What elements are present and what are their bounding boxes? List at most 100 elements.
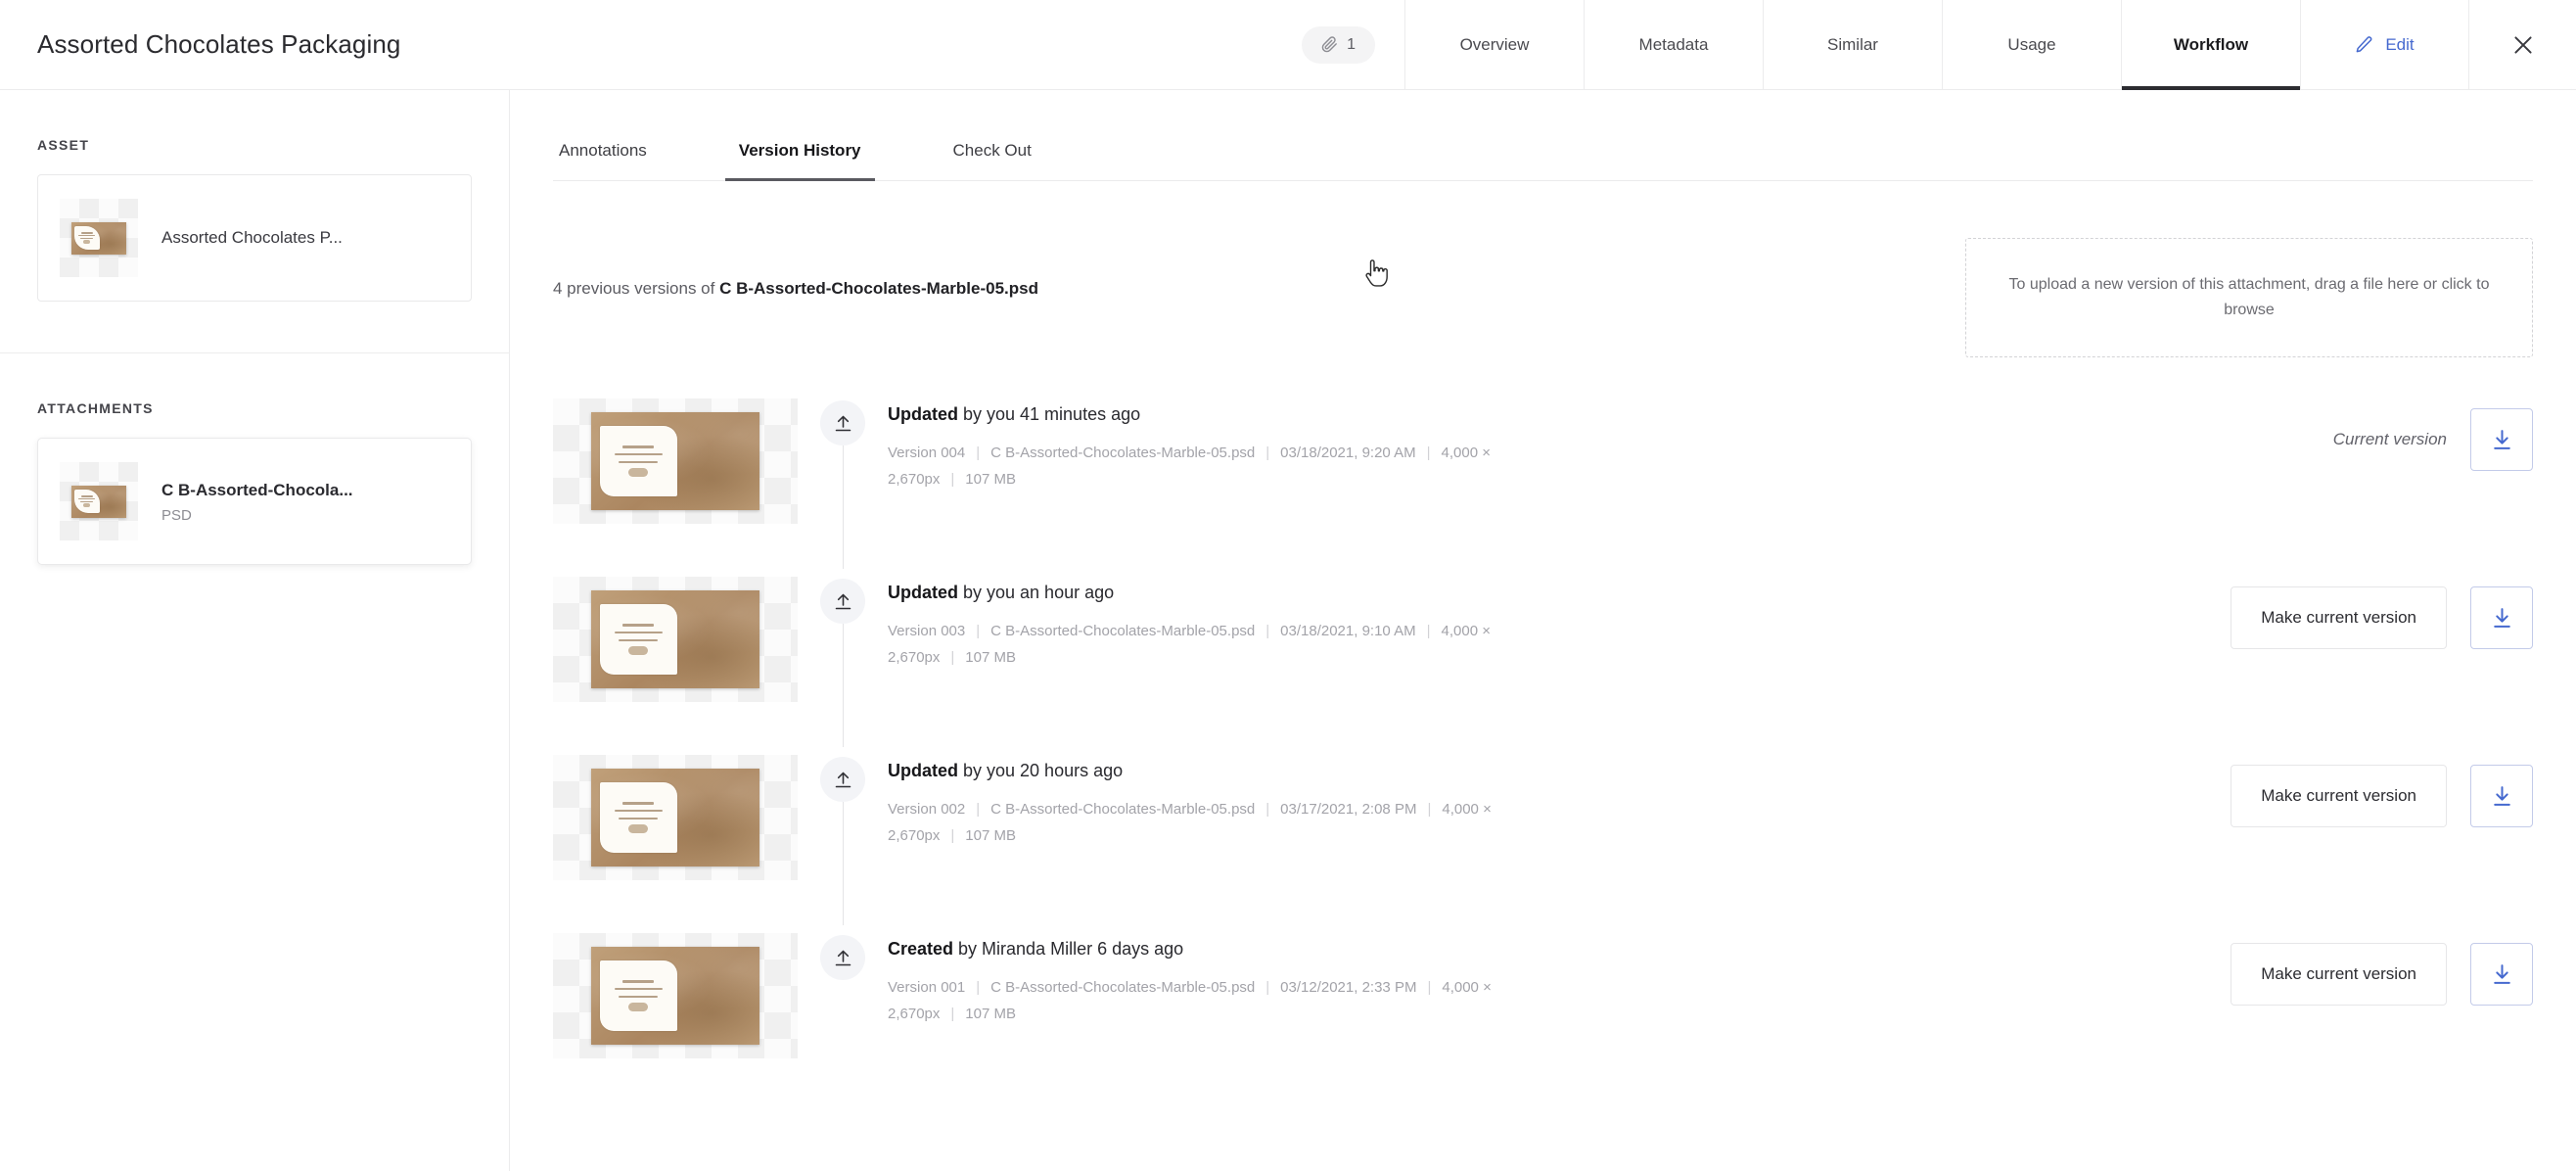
versions-header-row: 4 previous versions of C B-Assorted-Choc… bbox=[553, 238, 2533, 357]
subtab-annotations[interactable]: Annotations bbox=[553, 129, 653, 180]
version-thumbnail[interactable] bbox=[553, 577, 798, 702]
upload-icon-badge bbox=[820, 935, 865, 980]
asset-card-name: Assorted Chocolates P... bbox=[161, 228, 343, 247]
version-filesize: 107 MB bbox=[965, 470, 1016, 488]
current-version-label: Current version bbox=[2332, 430, 2447, 448]
main-content: Annotations Version History Check Out 4 … bbox=[510, 90, 2576, 1171]
make-current-version-button[interactable]: Make current version bbox=[2231, 586, 2447, 649]
version-filesize: 107 MB bbox=[965, 648, 1016, 666]
upload-icon bbox=[833, 413, 853, 434]
upload-icon-badge bbox=[820, 400, 865, 445]
version-title: Updated by you an hour ago bbox=[888, 583, 2211, 603]
attachment-count: 1 bbox=[1347, 35, 1356, 53]
asset-card[interactable]: Assorted Chocolates P... bbox=[37, 174, 472, 302]
attachment-card-text: C B-Assorted-Chocola... PSD bbox=[161, 479, 353, 525]
version-number: Version 003 bbox=[888, 623, 966, 639]
version-timestamp: 03/18/2021, 9:20 AM bbox=[1280, 445, 1416, 461]
version-row: Created by Miranda Miller 6 days ago Ver… bbox=[553, 925, 2533, 1103]
upload-dropzone-text: To upload a new version of this attachme… bbox=[2008, 276, 2490, 318]
download-icon bbox=[2490, 428, 2514, 452]
version-thumbnail-cell bbox=[553, 569, 798, 702]
previous-versions-prefix: 4 previous versions of bbox=[553, 279, 720, 298]
version-meta: Version 001 | C B-Assorted-Chocolates-Marb… bbox=[888, 979, 1492, 1022]
version-thumbnail[interactable] bbox=[553, 933, 798, 1058]
version-title: Updated by you 41 minutes ago bbox=[888, 404, 2314, 425]
version-title: Updated by you 20 hours ago bbox=[888, 761, 2211, 781]
version-title: Created by Miranda Miller 6 days ago bbox=[888, 939, 2211, 960]
tab-usage-label: Usage bbox=[2007, 34, 2056, 54]
version-meta: Version 003 | C B-Assorted-Chocolates-Marb… bbox=[888, 623, 1491, 666]
download-version-button[interactable] bbox=[2470, 765, 2533, 827]
tab-workflow[interactable]: Workflow bbox=[2121, 0, 2300, 90]
close-button[interactable] bbox=[2468, 0, 2576, 89]
make-current-version-button[interactable]: Make current version bbox=[2231, 765, 2447, 827]
make-current-version-button[interactable]: Make current version bbox=[2231, 943, 2447, 1006]
previous-versions-filename: C B-Assorted-Chocolates-Marble-05.psd bbox=[719, 279, 1038, 298]
tab-similar[interactable]: Similar bbox=[1763, 0, 1942, 89]
previous-versions-summary: 4 previous versions of C B-Assorted-Choc… bbox=[553, 238, 1038, 299]
version-filesize: 107 MB bbox=[965, 826, 1016, 844]
upload-icon-badge bbox=[820, 579, 865, 624]
page-title: Assorted Chocolates Packaging bbox=[37, 29, 401, 59]
version-timestamp: 03/12/2021, 2:33 PM bbox=[1280, 979, 1417, 996]
sidebar: ASSET Assorted Chocolates P... ATTACHMEN… bbox=[0, 90, 510, 1171]
attachment-thumbnail bbox=[60, 462, 138, 540]
version-number: Version 004 bbox=[888, 445, 966, 461]
edit-button[interactable]: Edit bbox=[2300, 0, 2468, 89]
version-filesize: 107 MB bbox=[965, 1005, 1016, 1022]
version-info: Updated by you an hour ago Version 003 | C… bbox=[888, 569, 2231, 671]
app-header: Assorted Chocolates Packaging 1 Overview… bbox=[0, 0, 2576, 90]
upload-dropzone[interactable]: To upload a new version of this attachme… bbox=[1965, 238, 2533, 357]
page-title-wrap: Assorted Chocolates Packaging bbox=[0, 0, 1302, 89]
tab-overview-label: Overview bbox=[1459, 34, 1530, 54]
version-thumbnail-cell bbox=[553, 925, 798, 1058]
download-icon bbox=[2490, 606, 2514, 631]
subtab-annotations-label: Annotations bbox=[559, 141, 647, 160]
version-filename: C B-Assorted-Chocolates-Marble-05.psd bbox=[990, 801, 1256, 818]
attachments-section-label: ATTACHMENTS bbox=[37, 400, 154, 416]
tab-workflow-label: Workflow bbox=[2173, 34, 2249, 54]
edit-label: Edit bbox=[2385, 34, 2415, 54]
version-thumbnail-cell bbox=[553, 391, 798, 524]
asset-thumbnail bbox=[60, 199, 138, 277]
upload-icon bbox=[833, 591, 853, 612]
timeline-connector bbox=[842, 802, 844, 925]
attachments-section: ATTACHMENTS C B-Assorted-Chocola... PSD bbox=[0, 353, 509, 565]
version-actions: Make current version bbox=[2231, 925, 2533, 1006]
version-action: Created bbox=[888, 939, 954, 959]
version-number: Version 002 bbox=[888, 801, 966, 818]
version-timeline bbox=[798, 569, 888, 747]
version-actor: by you 20 hours ago bbox=[958, 761, 1124, 780]
version-filename: C B-Assorted-Chocolates-Marble-05.psd bbox=[990, 623, 1256, 639]
tab-metadata[interactable]: Metadata bbox=[1584, 0, 1763, 89]
timeline-connector bbox=[843, 980, 844, 1103]
subtab-bar: Annotations Version History Check Out bbox=[553, 90, 2533, 181]
download-version-button[interactable] bbox=[2470, 943, 2533, 1006]
version-info: Updated by you 20 hours ago Version 002 |… bbox=[888, 747, 2231, 849]
version-action: Updated bbox=[888, 404, 958, 424]
attachment-count-badge[interactable]: 1 bbox=[1302, 25, 1375, 64]
upload-icon bbox=[833, 948, 853, 968]
version-info: Updated by you 41 minutes ago Version 00… bbox=[888, 391, 2333, 492]
version-timestamp: 03/17/2021, 2:08 PM bbox=[1280, 801, 1417, 818]
subtab-version-history[interactable]: Version History bbox=[724, 129, 875, 181]
version-number: Version 001 bbox=[888, 979, 966, 996]
version-filename: C B-Assorted-Chocolates-Marble-05.psd bbox=[990, 979, 1256, 996]
asset-section: ASSET Assorted Chocolates P... bbox=[0, 90, 509, 353]
attachment-card-type: PSD bbox=[161, 507, 192, 525]
subtab-version-history-label: Version History bbox=[738, 141, 861, 160]
attachment-card[interactable]: C B-Assorted-Chocola... PSD bbox=[37, 438, 472, 565]
version-thumbnail[interactable] bbox=[553, 398, 798, 524]
upload-icon-badge bbox=[820, 757, 865, 802]
download-version-button[interactable] bbox=[2470, 586, 2533, 649]
version-timeline bbox=[798, 925, 888, 1103]
version-action: Updated bbox=[888, 761, 958, 780]
version-thumbnail[interactable] bbox=[553, 755, 798, 880]
subtab-check-out[interactable]: Check Out bbox=[947, 129, 1037, 180]
upload-icon bbox=[833, 770, 853, 790]
tab-usage[interactable]: Usage bbox=[1942, 0, 2121, 89]
version-actions: Current version bbox=[2333, 391, 2533, 471]
tab-overview[interactable]: Overview bbox=[1404, 0, 1584, 89]
download-version-button[interactable] bbox=[2470, 408, 2533, 471]
close-icon bbox=[2510, 32, 2536, 58]
